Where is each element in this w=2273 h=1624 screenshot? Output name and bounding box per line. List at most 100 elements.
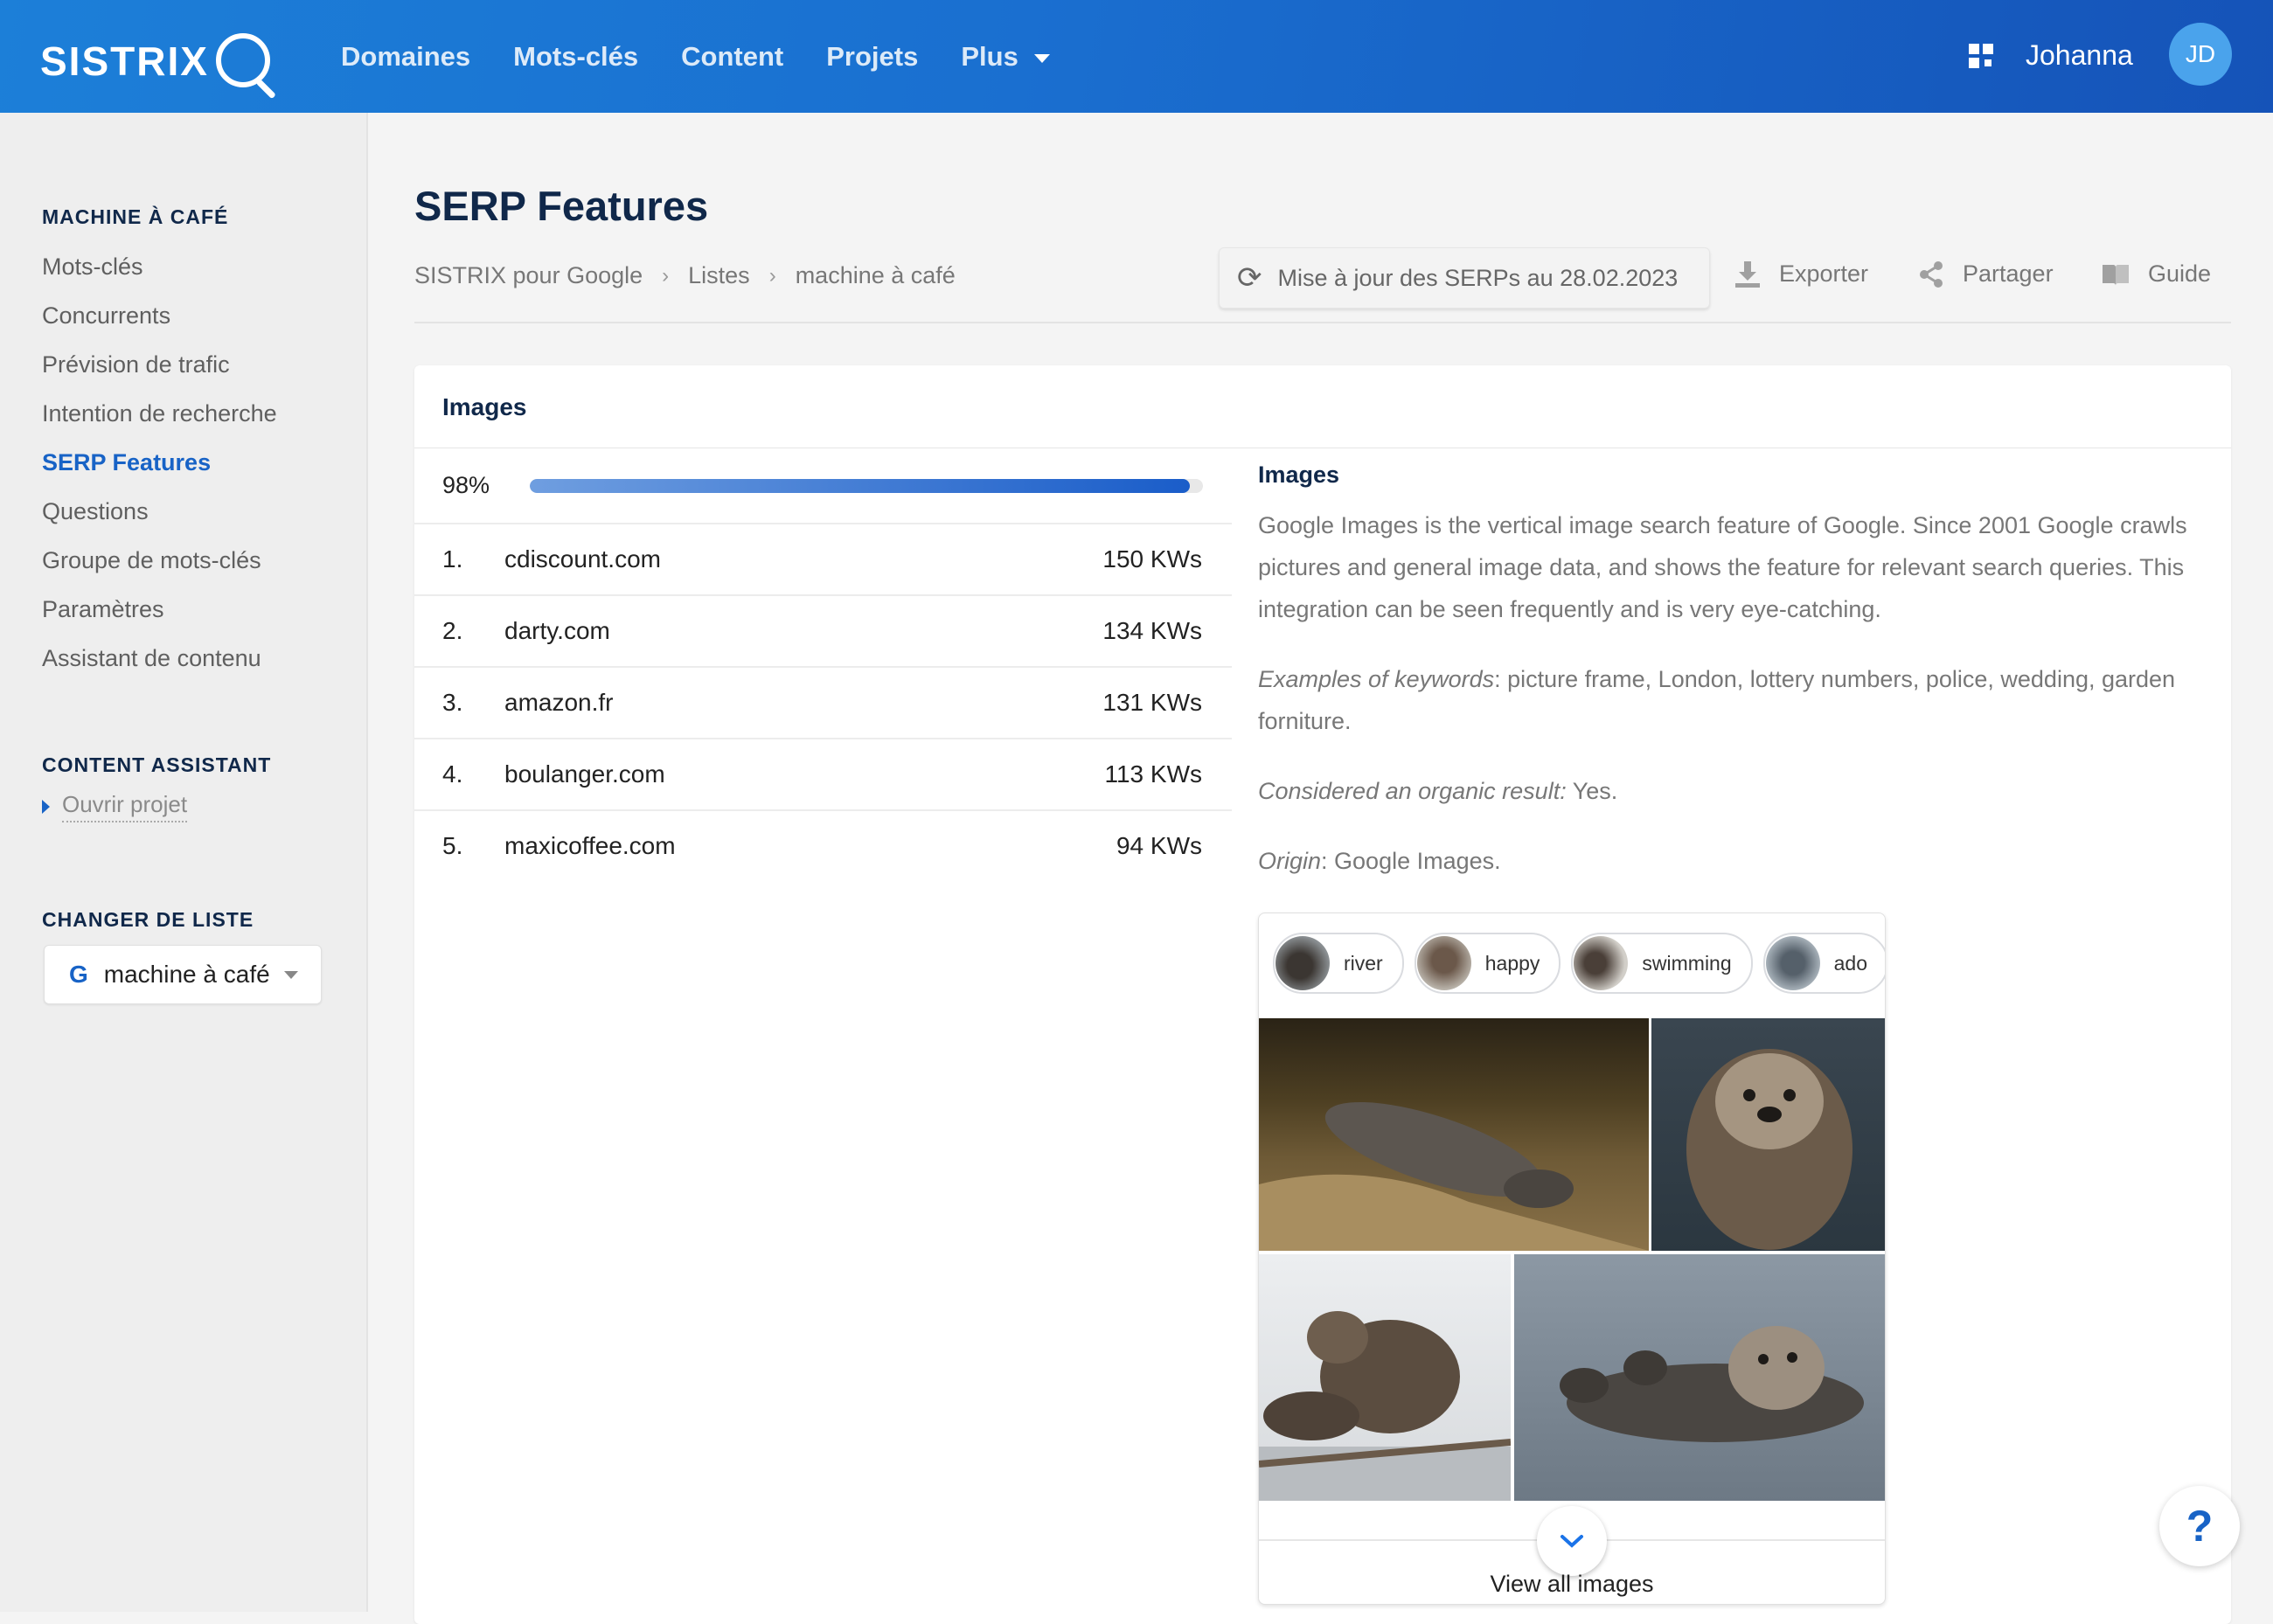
magnifier-logo-icon: [212, 30, 276, 100]
otter-photo-3[interactable]: [1259, 1254, 1511, 1501]
origin-paragraph: Origin: Google Images.: [1258, 840, 2211, 882]
help-button[interactable]: ?: [2159, 1486, 2240, 1566]
percent-bar-fill: [530, 479, 1190, 493]
otter-photo-4[interactable]: [1514, 1254, 1885, 1501]
open-project-link[interactable]: Ouvrir projet: [42, 791, 188, 822]
otter-thumbnail: [1574, 936, 1629, 990]
breadcrumb-item[interactable]: Listes: [688, 262, 750, 289]
domain-list: 1. cdiscount.com 150 KWs 2. darty.com 134 KWs…: [414, 523, 1232, 881]
chip-swimming[interactable]: swimming: [1571, 933, 1753, 994]
sidebar-item-mots-cles[interactable]: Mots-clés: [42, 242, 277, 291]
export-label: Exporter: [1779, 260, 1869, 287]
guide-button[interactable]: Guide: [2103, 260, 2211, 288]
domain-rank: 5.: [442, 832, 463, 859]
otter-thumbnail: [1765, 936, 1820, 990]
update-serps-label: Mise à jour des SERPs au 28.02.2023: [1277, 264, 1679, 291]
otter-photo-2[interactable]: [1651, 1018, 1885, 1251]
content-assistant-title: CONTENT ASSISTANT: [42, 753, 272, 776]
keyword-count: 131 KWs: [1102, 689, 1202, 716]
chip-ado[interactable]: ado: [1762, 933, 1885, 994]
card-title: Images: [442, 393, 527, 420]
list-select[interactable]: G machine à café: [44, 945, 322, 1004]
keyword-count: 113 KWs: [1104, 760, 1202, 788]
description-title: Images: [1258, 462, 1340, 488]
main-nav: Domaines Mots-clés Content Projets Plus: [341, 0, 1093, 113]
update-serps-button[interactable]: ⟳ Mise à jour des SERPs au 28.02.2023: [1219, 247, 1710, 309]
breadcrumb-item[interactable]: machine à café: [796, 262, 956, 289]
domain-row[interactable]: 4. boulanger.com 113 KWs: [414, 738, 1232, 809]
domain-name[interactable]: darty.com: [504, 617, 610, 645]
change-list-title: CHANGER DE LISTE: [42, 908, 254, 931]
origin-label: Origin: [1258, 848, 1322, 874]
refresh-icon: ⟳: [1237, 261, 1262, 295]
sidebar-item-prevision-trafic[interactable]: Prévision de trafic: [42, 340, 277, 389]
domain-name[interactable]: amazon.fr: [504, 689, 614, 717]
chip-label: river: [1344, 951, 1383, 975]
domain-name[interactable]: maxicoffee.com: [504, 832, 676, 860]
percent-label: 98%: [442, 472, 490, 498]
domain-row[interactable]: 2. darty.com 134 KWs: [414, 594, 1232, 666]
feature-description: Images Google Images is the vertical ima…: [1258, 462, 2211, 910]
download-icon: [1735, 260, 1760, 288]
view-all-images-bar[interactable]: View all images: [1259, 1506, 1885, 1604]
otter-thumbnail: [1276, 936, 1330, 990]
open-project-label: Ouvrir projet: [62, 791, 188, 822]
sidebar: MACHINE À CAFÉ Mots-clés Concurrents Pré…: [0, 113, 368, 1612]
breadcrumb-item[interactable]: SISTRIX pour Google: [414, 262, 643, 289]
sidebar-item-parametres[interactable]: Paramètres: [42, 585, 277, 634]
description-text: Google Images is the vertical image sear…: [1258, 512, 2187, 622]
domain-rank: 4.: [442, 760, 463, 788]
google-icon: G: [69, 961, 88, 988]
sidebar-item-assistant-contenu[interactable]: Assistant de contenu: [42, 634, 277, 683]
related-chips: river happy swimming ado: [1273, 933, 1885, 994]
otter-thumbnail: [1416, 936, 1471, 990]
images-feature-card: Images 98% 1. cdiscount.com 150 KWs 2. darty…: [414, 365, 2231, 1624]
domain-row[interactable]: 1. cdiscount.com 150 KWs: [414, 523, 1232, 594]
nav-plus[interactable]: Plus: [961, 40, 1050, 73]
export-button[interactable]: Exporter: [1735, 260, 1868, 288]
chip-river[interactable]: river: [1273, 933, 1404, 994]
nav-content[interactable]: Content: [681, 41, 783, 73]
view-all-images-label: View all images: [1490, 1571, 1654, 1597]
organic-paragraph: Considered an organic result: Yes.: [1258, 770, 2211, 812]
keyword-count: 134 KWs: [1102, 617, 1202, 644]
percent-bar: [530, 479, 1203, 493]
chip-label: happy: [1484, 951, 1540, 975]
sistrix-logo[interactable]: SISTRIX: [40, 26, 276, 100]
nav-domaines[interactable]: Domaines: [341, 41, 470, 73]
sidebar-section-title: MACHINE À CAFÉ: [42, 205, 229, 228]
logo-text: SISTRIX: [40, 38, 209, 84]
otter-photo-1[interactable]: [1259, 1018, 1649, 1251]
organic-label: Considered an organic result:: [1258, 778, 1567, 804]
chip-label: swimming: [1642, 951, 1732, 975]
sidebar-item-groupe-mots-cles[interactable]: Groupe de mots-clés: [42, 536, 277, 585]
guide-label: Guide: [2148, 260, 2212, 287]
domain-rank: 2.: [442, 617, 463, 644]
share-button[interactable]: Partager: [1919, 260, 2054, 288]
domain-row[interactable]: 3. amazon.fr 131 KWs: [414, 666, 1232, 738]
domain-name[interactable]: cdiscount.com: [504, 545, 661, 573]
caret-down-icon: [1033, 53, 1050, 63]
sidebar-item-concurrents[interactable]: Concurrents: [42, 291, 277, 340]
chevron-right-icon: ›: [768, 263, 776, 288]
domain-rank: 3.: [442, 689, 463, 716]
chip-happy[interactable]: happy: [1414, 933, 1561, 994]
nav-mots-cles[interactable]: Mots-clés: [513, 41, 638, 73]
sidebar-item-serp-features[interactable]: SERP Features: [42, 438, 277, 487]
nav-projets[interactable]: Projets: [826, 41, 918, 73]
nav-plus-label: Plus: [961, 40, 1018, 72]
domain-rank: 1.: [442, 545, 463, 573]
user-avatar[interactable]: JD: [2169, 23, 2232, 86]
user-name[interactable]: Johanna: [2026, 39, 2133, 72]
domain-row[interactable]: 5. maxicoffee.com 94 KWs: [414, 809, 1232, 881]
apps-grid-icon[interactable]: [1969, 44, 1995, 70]
chevron-right-icon: ›: [662, 263, 670, 288]
organic-text: Yes.: [1566, 778, 1618, 804]
domain-name[interactable]: boulanger.com: [504, 760, 665, 788]
chevron-down-icon: [1561, 1535, 1583, 1548]
google-images-preview: river happy swimming ado View all images: [1258, 913, 1886, 1605]
expand-button[interactable]: [1537, 1506, 1607, 1576]
sidebar-item-intention-recherche[interactable]: Intention de recherche: [42, 389, 277, 438]
page-title: SERP Features: [414, 183, 709, 229]
sidebar-item-questions[interactable]: Questions: [42, 487, 277, 536]
